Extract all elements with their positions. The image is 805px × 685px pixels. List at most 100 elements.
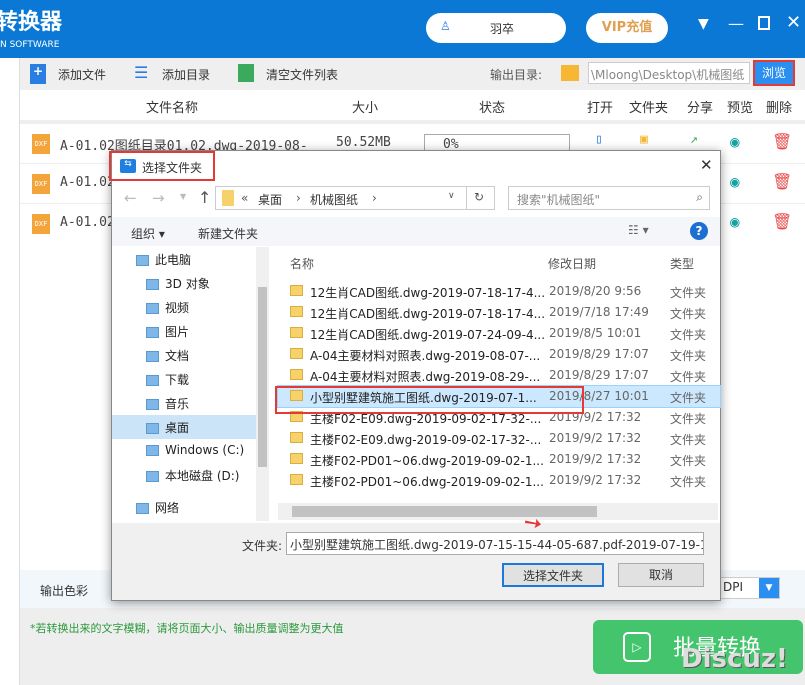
app-header: 转换器 N SOFTWARE ♙ 羽卒 VIP充值 ▼ — ✕ (0, 0, 805, 58)
folder-icon (290, 327, 303, 338)
clear-list-button[interactable]: 清空文件列表 (266, 66, 338, 83)
output-path-input[interactable]: \Mloong\Desktop\机械图纸 (588, 62, 750, 84)
file-row[interactable]: A-04主要材料对照表.dwg-2019-08-29-... 2019/8/29 … (278, 365, 720, 386)
col-folder: 文件夹 (629, 101, 669, 116)
address-bar[interactable]: « 桌面 › 机械图纸 › ∨ ↻ (215, 186, 495, 210)
file-row[interactable]: A-04主要材料对照表.dwg-2019-08-07-... 2019/8/29 … (278, 344, 720, 365)
tree-label: 3D 对象 (165, 277, 210, 291)
crumb-folder[interactable]: 机械图纸 (310, 191, 358, 208)
share-icon[interactable]: ↗ (690, 132, 698, 147)
forward-icon[interactable]: → (152, 189, 165, 207)
folder-icon (290, 369, 303, 380)
tree-label: 音乐 (165, 397, 190, 411)
file-date: 2019/7/18 17:49 (549, 305, 649, 319)
select-folder-button[interactable]: 选择文件夹 (502, 563, 604, 587)
tree-icon (146, 375, 159, 386)
folder-open-icon[interactable]: ▣ (640, 132, 648, 147)
col-size: 大小 (352, 101, 379, 116)
dpi-select[interactable]: DPI ▼ (720, 577, 780, 599)
col-share: 分享 (687, 101, 714, 116)
minimize-icon[interactable]: — (728, 14, 744, 33)
tree-label: 图片 (165, 325, 190, 339)
tree-item[interactable]: 3D 对象 (112, 271, 269, 295)
output-color-label: 输出色彩 (40, 584, 89, 598)
header-date[interactable]: 修改日期 (548, 255, 596, 272)
vip-button[interactable]: VIP充值 (586, 13, 668, 43)
tree-label: 下载 (165, 373, 190, 387)
delete-icon[interactable]: 🗑 (772, 172, 792, 191)
preview-icon[interactable]: ◉ (730, 132, 740, 151)
tree-item[interactable]: 此电脑 (112, 247, 269, 271)
tree-item[interactable]: 桌面 (112, 415, 269, 439)
nav-tree: 此电脑 3D 对象视频图片文档下载音乐桌面 Windows (C:) 本地磁盘 (D:… (112, 247, 269, 521)
tree-item[interactable]: 下载 (112, 367, 269, 391)
tree-icon (146, 327, 159, 338)
file-row[interactable]: 12生肖CAD图纸.dwg-2019-07-18-17-4... 2019/8/2… (278, 281, 720, 302)
tree-item[interactable]: Windows (C:) (112, 439, 269, 463)
user-button[interactable]: ♙ 羽卒 (426, 13, 566, 43)
menu-icon[interactable]: ▼ (698, 16, 709, 32)
crumb-desktop[interactable]: 桌面 (258, 191, 282, 208)
cancel-button[interactable]: 取消 (618, 563, 704, 587)
tree-icon (136, 255, 149, 266)
add-file-button[interactable]: 添加文件 (58, 66, 106, 83)
search-input[interactable]: 搜索"机械图纸" ⌕ (508, 186, 710, 210)
back-icon[interactable]: ← (124, 189, 137, 207)
chevron-down-icon[interactable]: ∨ (448, 191, 455, 201)
file-row[interactable]: 12生肖CAD图纸.dwg-2019-07-24-09-4... 2019/8/5… (278, 323, 720, 344)
new-folder-button[interactable]: 新建文件夹 (198, 225, 258, 242)
tree-icon (146, 351, 159, 362)
view-options-icon[interactable]: ☷ ▾ (628, 223, 649, 237)
tree-item[interactable]: 本地磁盘 (D:) (112, 463, 269, 487)
folder-icon (290, 285, 303, 296)
header-name[interactable]: 名称 (290, 255, 314, 272)
refresh-icon[interactable]: ↻ (474, 190, 484, 204)
col-preview: 预览 (727, 101, 754, 116)
tree-label: Windows (C:) (165, 443, 245, 457)
file-type: 文件夹 (670, 454, 707, 468)
file-date: 2019/8/29 17:07 (549, 347, 649, 361)
tree-icon (146, 399, 159, 410)
tree-item[interactable]: 图片 (112, 319, 269, 343)
tree-item[interactable]: 网络 (112, 495, 269, 519)
file-date: 2019/8/20 9:56 (549, 284, 642, 298)
file-name: A-04主要材料对照表.dwg-2019-08-07-... (310, 349, 541, 363)
horizontal-scrollbar[interactable] (278, 503, 718, 520)
file-row[interactable]: 主楼F02-PD01~06.dwg-2019-09-02-1... 2019/9/… (278, 470, 720, 491)
open-icon[interactable]: ▯ (595, 132, 603, 147)
close-icon[interactable]: ✕ (786, 12, 801, 33)
file-row[interactable]: 主楼F02-PD01~06.dwg-2019-09-02-1... 2019/9/… (278, 449, 720, 470)
tree-icon (146, 303, 159, 314)
batch-convert-button[interactable]: ▷ 批量转换 Discuz! (593, 620, 803, 674)
file-name: 12生肖CAD图纸.dwg-2019-07-18-17-4... (310, 286, 546, 300)
file-row[interactable]: 主楼F02-E09.dwg-2019-09-02-17-32-... 2019/9… (278, 428, 720, 449)
recent-icon[interactable]: ▼ (180, 192, 186, 201)
delete-icon[interactable]: 🗑 (772, 132, 792, 151)
dialog-close-icon[interactable]: ✕ (700, 156, 713, 174)
file-row[interactable]: 12生肖CAD图纸.dwg-2019-07-18-17-4... 2019/7/1… (278, 302, 720, 323)
header-type[interactable]: 类型 (670, 255, 694, 272)
tree-item[interactable]: 文档 (112, 343, 269, 367)
output-dir-label: 输出目录: (490, 68, 543, 82)
app-icon: ⇆ (120, 159, 136, 173)
folder-input[interactable]: 小型别墅建筑施工图纸.dwg-2019-07-15-15-44-05-687.p… (286, 532, 704, 555)
file-type: 文件夹 (670, 433, 707, 447)
tree-item[interactable]: 音乐 (112, 391, 269, 415)
maximize-icon[interactable] (758, 16, 770, 30)
delete-icon[interactable]: 🗑 (772, 212, 792, 231)
tree-label: 网络 (155, 501, 180, 515)
file-date: 2019/9/2 17:32 (549, 431, 642, 445)
preview-icon[interactable]: ◉ (730, 212, 740, 231)
browse-button[interactable]: 浏览 (753, 60, 795, 86)
organize-button[interactable]: 组织 ▾ (131, 225, 165, 242)
dxf-icon: DXF (32, 134, 50, 154)
col-delete: 删除 (766, 101, 793, 116)
folder-icon[interactable] (561, 65, 579, 81)
tree-item[interactable]: 视频 (112, 295, 269, 319)
help-icon[interactable]: ? (690, 222, 708, 240)
file-type: 文件夹 (670, 307, 707, 321)
up-icon[interactable]: ↑ (198, 188, 211, 207)
preview-icon[interactable]: ◉ (730, 172, 740, 191)
tree-scrollbar[interactable] (256, 247, 269, 521)
add-dir-button[interactable]: 添加目录 (162, 66, 210, 83)
